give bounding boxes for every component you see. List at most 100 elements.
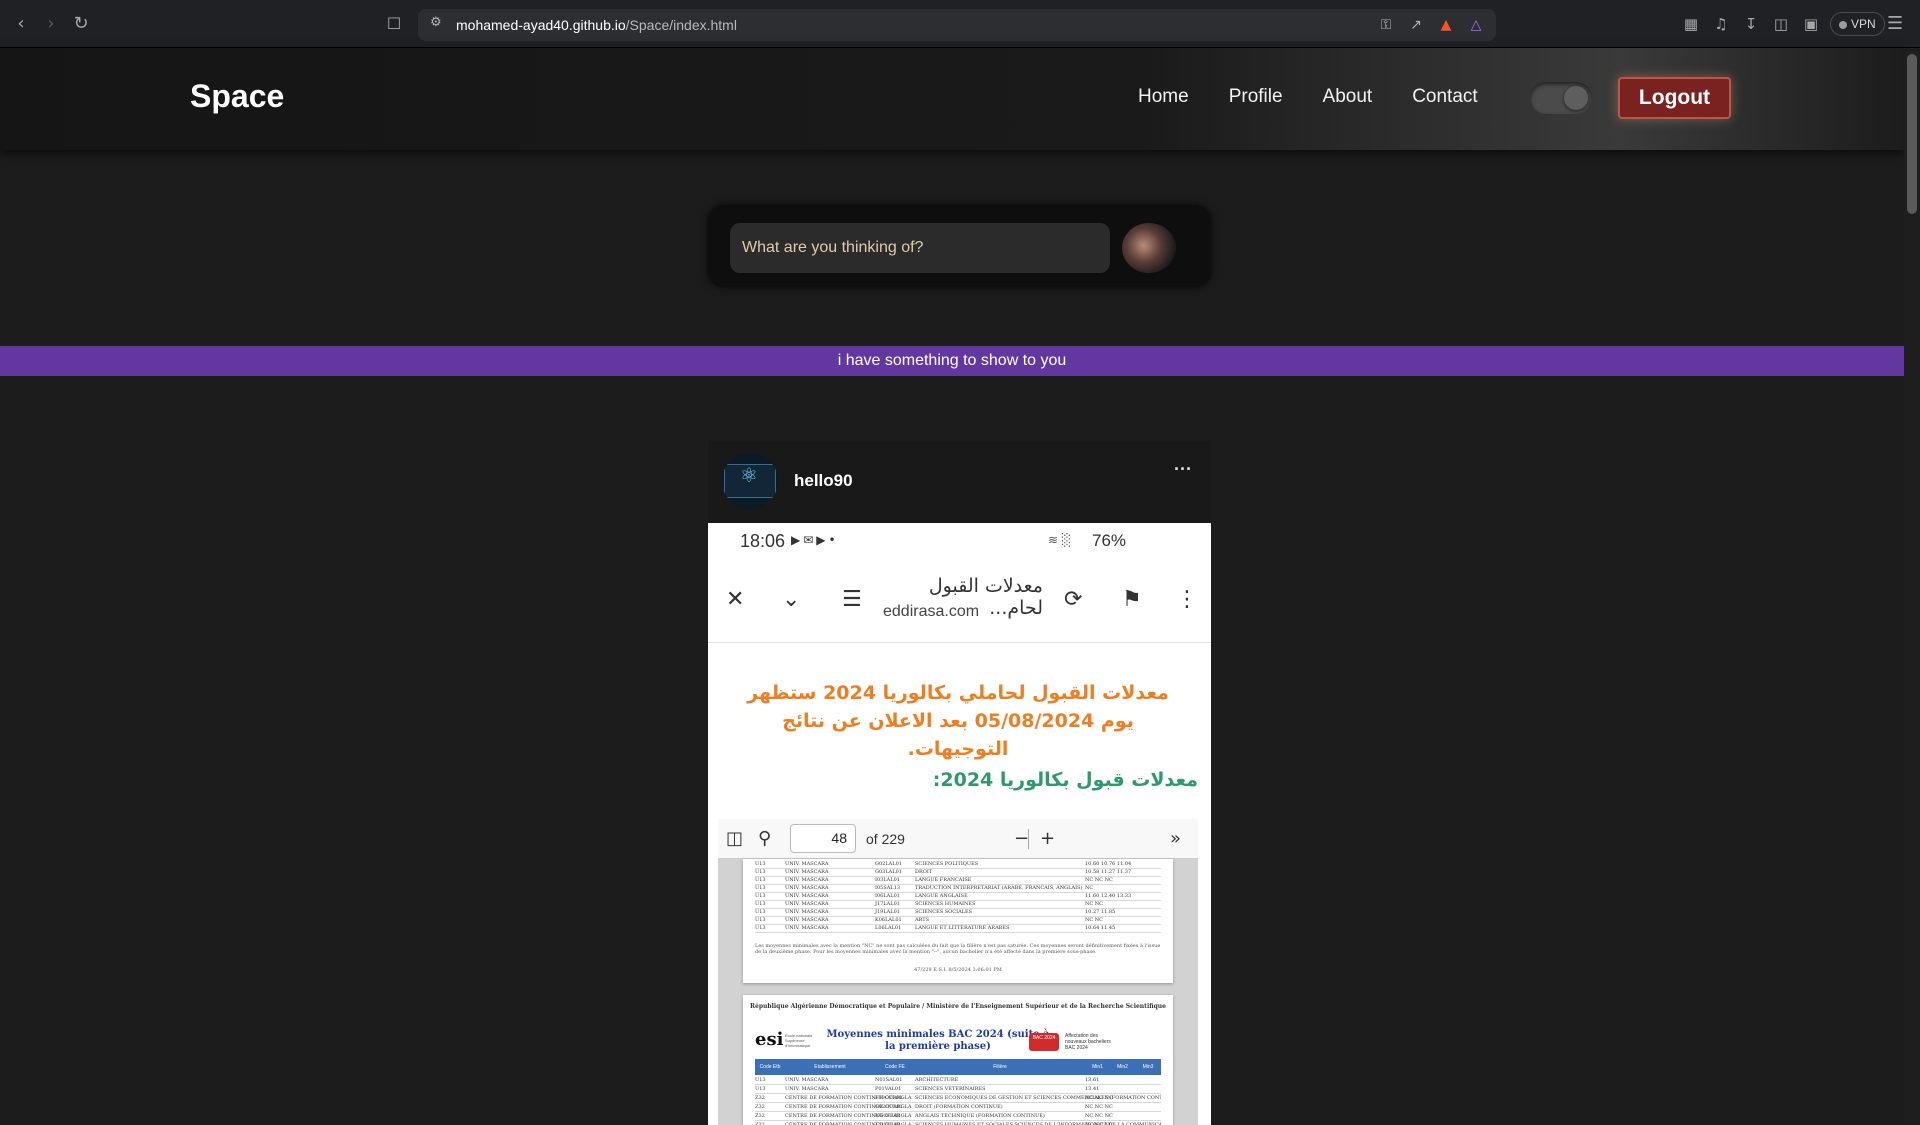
table-cell: SCIENCES VETERINAIRES bbox=[915, 1086, 986, 1092]
table-cell: U13 bbox=[755, 893, 766, 899]
esi-subtitle: École nationale Supérieure d'Informatiqu… bbox=[785, 1033, 813, 1048]
table-cell: F09CCL01 bbox=[875, 1095, 903, 1101]
table-cell: 13.41 bbox=[1085, 1086, 1100, 1092]
close-icon: ✕ bbox=[726, 587, 745, 612]
pdf-page-number: 47/229 E.S.I. 8/5/2024 3:06:01 PM bbox=[914, 967, 1002, 973]
phone-browser-toolbar: ✕ ⌄ ☰ معدلات القبول لحام... eddirasa.com… bbox=[708, 559, 1211, 643]
table-cell: UNIV. MASCARA bbox=[785, 1077, 829, 1083]
logout-button[interactable]: Logout bbox=[1618, 77, 1731, 119]
sidebar-toggle-icon: ◫ bbox=[726, 828, 744, 849]
key-icon[interactable]: ⚿ bbox=[1376, 15, 1396, 35]
wallet-icon[interactable]: ▣ bbox=[1800, 13, 1822, 35]
pdf-page-2: République Algérienne Démocratique et Po… bbox=[743, 995, 1173, 1125]
site-header: Space Home Profile About Contact Logout bbox=[0, 48, 1904, 150]
table-cell: U13 bbox=[755, 901, 766, 907]
download-icon[interactable]: ↧ bbox=[1740, 13, 1762, 35]
post-input[interactable] bbox=[730, 223, 1110, 273]
table-cell: LANGUE FRANCAISE bbox=[915, 877, 972, 883]
table-cell: 10.58 11.27 11.37 bbox=[1085, 869, 1132, 875]
table-cell: NC NC NC bbox=[1085, 1095, 1113, 1101]
status-time: 18:06 bbox=[740, 531, 786, 551]
table-row: U13 UNIV. MASCARA G02LAL01 SCIENCES POLITIQ… bbox=[755, 861, 1161, 869]
site-settings-icon[interactable]: ⚙ bbox=[430, 15, 442, 30]
brave-shields-icon[interactable]: ▲ bbox=[1436, 15, 1456, 35]
table-cell: K06LAL01 bbox=[875, 917, 902, 923]
table-cell: G03LAL01 bbox=[875, 869, 902, 875]
table-cell: U13 bbox=[755, 877, 766, 883]
table-row: U13 UNIV. MASCARA I03LAL01 LANGUE FRANCAISE… bbox=[755, 877, 1161, 885]
table-header-cell: Code FE bbox=[885, 1064, 905, 1070]
table-cell: UNIV. MASCARA bbox=[785, 1086, 829, 1092]
article-content: معدلات القبول لحاملي بكالوريا 2024 ستظهر… bbox=[708, 643, 1211, 1125]
table-cell: LANGUE ET LITTERATURE ARABES bbox=[915, 925, 1010, 931]
table-cell: DROIT (FORMATION CONTINUE) bbox=[915, 1104, 1003, 1110]
article-subhead: معدلات قبول بكالوريا 2024: bbox=[932, 769, 1198, 791]
table-row: Z32 CENTRE DE FORMATION CONTINUE OUARGLAI… bbox=[755, 1113, 1161, 1121]
more-options-icon[interactable]: ··· bbox=[1174, 459, 1192, 480]
table-row: U13 UNIV. MASCARA N01SAL01 ARCHITECTURE 13.6… bbox=[755, 1077, 1161, 1085]
theme-toggle[interactable] bbox=[1530, 82, 1592, 114]
forward-icon[interactable]: › bbox=[40, 13, 62, 35]
table-header-cell: Code Etb bbox=[759, 1064, 781, 1070]
media-icon[interactable]: ♫ bbox=[1710, 13, 1732, 35]
bookmark-icon: ⚑ bbox=[1122, 587, 1142, 612]
table-cell: NC NC bbox=[1085, 917, 1103, 923]
table-cell: U13 bbox=[755, 885, 766, 891]
pdf-page-count: of 229 bbox=[866, 831, 905, 847]
nav-profile[interactable]: Profile bbox=[1229, 86, 1283, 108]
table-cell: NC bbox=[1085, 885, 1094, 891]
share-icon[interactable]: ↗ bbox=[1406, 15, 1426, 35]
table-header-cell: Min1 bbox=[1092, 1064, 1103, 1070]
rewards-icon[interactable]: △ bbox=[1466, 15, 1486, 35]
nav-contact[interactable]: Contact bbox=[1412, 86, 1477, 108]
bookmark-icon[interactable]: ☐ bbox=[383, 13, 405, 35]
pdf-toolbar: ◫ ⚲ 48 of 229 − + » bbox=[718, 819, 1198, 859]
table-row: U13 UNIV. MASCARA I05SAL13 TRADUCTION INTER… bbox=[755, 885, 1161, 893]
search-icon: ⚲ bbox=[758, 828, 772, 849]
post-username[interactable]: hello90 bbox=[794, 471, 853, 491]
table-cell: SCIENCES HUMAINES bbox=[915, 901, 976, 907]
nav-about[interactable]: About bbox=[1323, 86, 1373, 108]
pdf-page-header: République Algérienne Démocratique et Po… bbox=[750, 1003, 1166, 1010]
sidebar-icon[interactable]: ◫ bbox=[1770, 13, 1792, 35]
bac-badge: BAC 2024 bbox=[1029, 1033, 1059, 1051]
table-row: U13 UNIV. MASCARA L06LAL01 LANGUE ET LITTER… bbox=[755, 925, 1161, 933]
site-logo[interactable]: Space bbox=[190, 78, 284, 115]
extensions-icon[interactable]: ▦ bbox=[1680, 13, 1702, 35]
filter-icon: ☰ bbox=[842, 587, 862, 612]
post-header: ⚛ hello90 ··· bbox=[708, 441, 1211, 523]
table-cell: UNIV. MASCARA bbox=[785, 893, 829, 899]
post-card: ⚛ hello90 ··· 18:06 ▶✉▶• ≋ ░ 76% ✕ ⌄ ☰ م… bbox=[708, 441, 1211, 1125]
main-nav: Home Profile About Contact bbox=[1138, 86, 1478, 108]
menu-icon[interactable]: ☰ bbox=[1887, 13, 1903, 34]
browser-toolbar: ‹ › ↻ ☐ ⚙ mohamed-ayad40.github.io/Space… bbox=[0, 0, 1920, 48]
vpn-button[interactable]: VPN bbox=[1830, 12, 1885, 36]
user-avatar[interactable] bbox=[1122, 223, 1176, 273]
table-cell: UNIV. MASCARA bbox=[785, 869, 829, 875]
pdf-viewer: ◫ ⚲ 48 of 229 − + » U13 UNIV. MASCARA G02L… bbox=[718, 819, 1198, 1125]
back-icon[interactable]: ‹ bbox=[10, 13, 32, 35]
toggle-knob bbox=[1564, 86, 1588, 110]
double-chevron-icon: » bbox=[1170, 828, 1182, 849]
nav-home[interactable]: Home bbox=[1138, 86, 1189, 108]
table-cell: UNIV. MASCARA bbox=[785, 901, 829, 907]
url-text[interactable]: mohamed-ayad40.github.io/Space/index.htm… bbox=[456, 17, 737, 33]
table-cell: ARTS bbox=[915, 917, 930, 923]
table-cell: 11.60 12.40 13.33 bbox=[1085, 893, 1132, 899]
reload-icon[interactable]: ↻ bbox=[70, 13, 92, 35]
post-author-avatar[interactable]: ⚛ bbox=[722, 453, 778, 509]
url-path: /Space/index.html bbox=[625, 17, 737, 33]
table-cell: UNIV. MASCARA bbox=[785, 861, 829, 867]
scrollbar-thumb[interactable] bbox=[1907, 54, 1917, 214]
address-bar[interactable]: ⚙ mohamed-ayad40.github.io/Space/index.h… bbox=[418, 9, 1496, 41]
url-host: mohamed-ayad40.github.io bbox=[456, 17, 626, 33]
zoom-out-icon: − bbox=[1014, 828, 1030, 849]
table-row: Z32 CENTRE DE FORMATION CONTINUE OUARGLAF… bbox=[755, 1095, 1161, 1103]
table-row: U13 UNIV. MASCARA G03LAL01 DROIT 10.58 11.27… bbox=[755, 869, 1161, 877]
table-cell: CENTRE DE FORMATION CONTINUE OUARGLA bbox=[785, 1095, 912, 1101]
table-cell: SCIENCES ECONOMIQUES DE GESTION ET SCIEN… bbox=[915, 1095, 1161, 1101]
pdf-table-header: Code Etb Etablissement Code FE Filière Min1 M… bbox=[755, 1059, 1161, 1075]
page-scrollbar[interactable] bbox=[1904, 48, 1920, 1125]
table-cell: UNIV. MASCARA bbox=[785, 877, 829, 883]
table-cell: CENTRE DE FORMATION CONTINUE OUARGLA bbox=[785, 1113, 912, 1119]
